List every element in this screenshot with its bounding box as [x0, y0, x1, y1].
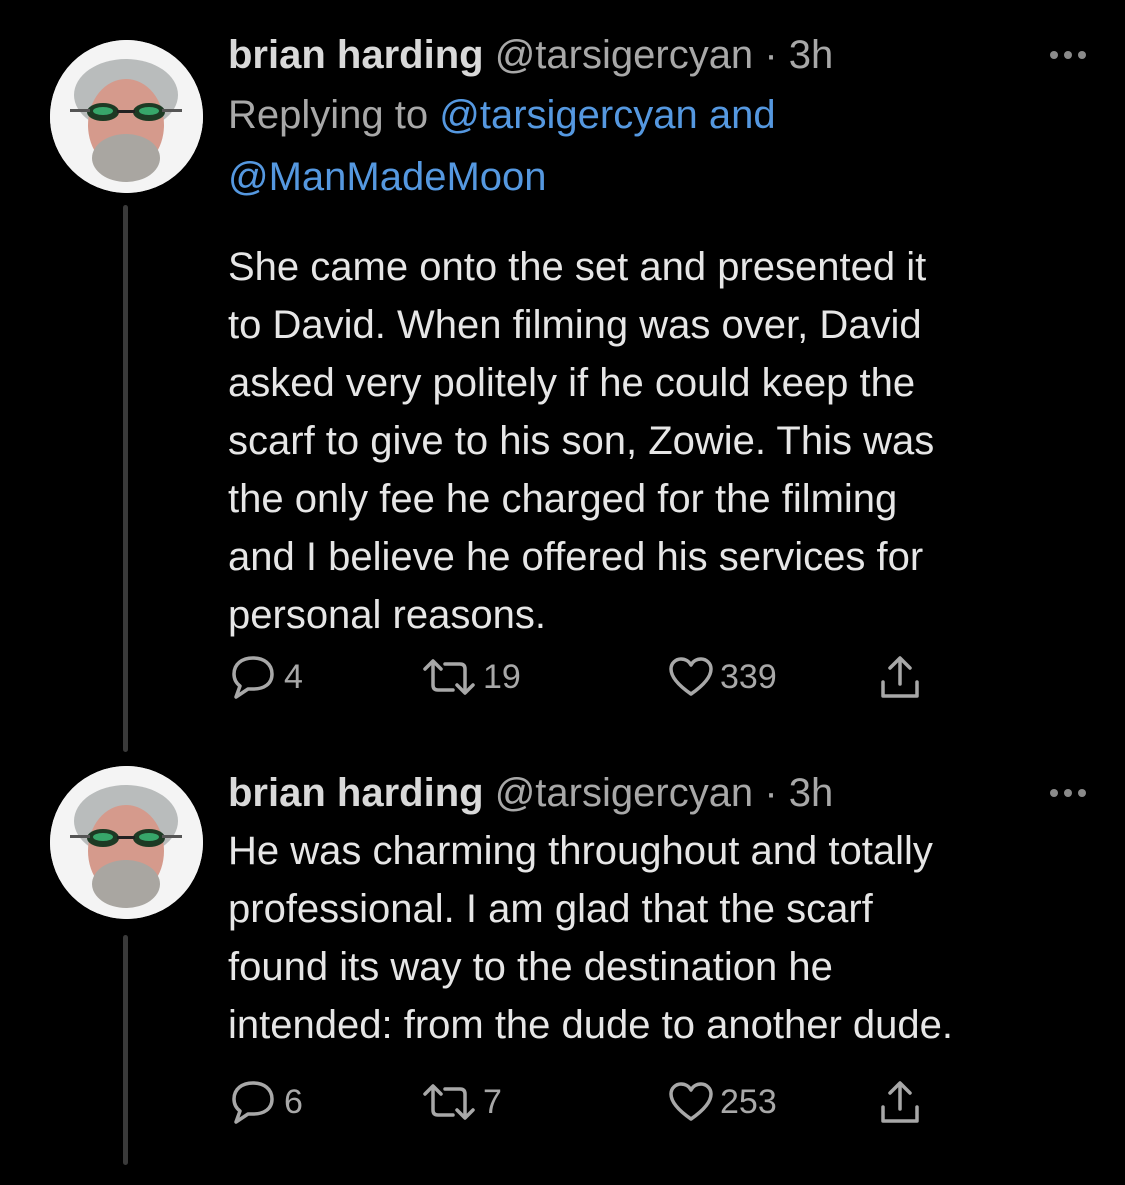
tweet-actions: 6 7 253	[228, 1077, 968, 1127]
author-name[interactable]: brian harding	[228, 33, 484, 77]
author-name[interactable]: brian harding	[228, 771, 484, 815]
share-icon	[881, 656, 919, 698]
retweet-count: 7	[483, 1082, 502, 1121]
replying-to-label: Replying to	[228, 93, 429, 137]
like-button[interactable]: 253	[668, 1077, 777, 1127]
avatar-photo	[50, 766, 203, 919]
heart-icon	[669, 1082, 713, 1121]
tweet-timestamp[interactable]: 3h	[789, 771, 834, 815]
tweet[interactable]: brian harding @tarsigercyan · 3h Replyin…	[0, 0, 1125, 752]
share-button[interactable]	[878, 1077, 922, 1127]
more-options-icon	[1050, 789, 1086, 797]
like-count: 339	[720, 657, 777, 696]
reply-count: 6	[284, 1082, 303, 1121]
more-options-icon	[1050, 51, 1086, 59]
more-options-button[interactable]	[1038, 778, 1098, 808]
retweet-button[interactable]: 7	[421, 1077, 502, 1127]
share-icon	[881, 1081, 919, 1123]
retweet-icon	[423, 1084, 475, 1120]
author-handle[interactable]: @tarsigercyan	[495, 33, 753, 77]
retweet-icon	[423, 659, 475, 695]
share-button[interactable]	[878, 652, 922, 702]
reply-button[interactable]: 6	[228, 1077, 303, 1127]
tweet-header: brian harding @tarsigercyan · 3h	[228, 764, 1088, 822]
header-separator: ·	[764, 33, 778, 77]
tweet-content: brian harding @tarsigercyan · 3h Replyin…	[228, 26, 1088, 644]
retweet-count: 19	[483, 657, 521, 696]
reply-button[interactable]: 4	[228, 652, 303, 702]
tweet-header: brian harding @tarsigercyan · 3h	[228, 26, 1088, 84]
tweet-text: She came onto the set and presented it t…	[228, 245, 935, 637]
avatar[interactable]	[50, 766, 203, 919]
reply-mention-link[interactable]: @tarsigercyan and	[439, 93, 775, 137]
avatar-photo	[50, 40, 203, 193]
avatar[interactable]	[50, 40, 203, 193]
tweet-timestamp[interactable]: 3h	[789, 33, 834, 77]
more-options-button[interactable]	[1038, 40, 1098, 70]
comment-bubble-icon	[232, 656, 274, 699]
replying-to: Replying to @tarsigercyan and @ManMadeMo…	[228, 84, 1088, 208]
like-button[interactable]: 339	[668, 652, 777, 702]
tweet[interactable]: brian harding @tarsigercyan · 3h He was …	[0, 752, 1125, 1185]
tweet-content: brian harding @tarsigercyan · 3h He was …	[228, 764, 1088, 1054]
reply-count: 4	[284, 657, 303, 696]
thread-connector-line	[123, 935, 128, 1165]
tweet-actions: 4 19 339	[228, 652, 968, 702]
heart-icon	[669, 657, 713, 696]
like-count: 253	[720, 1082, 777, 1121]
reply-mention-link[interactable]: @ManMadeMoon	[228, 155, 547, 199]
retweet-button[interactable]: 19	[421, 652, 521, 702]
comment-bubble-icon	[232, 1081, 274, 1124]
author-handle[interactable]: @tarsigercyan	[495, 771, 753, 815]
thread-connector-line	[123, 205, 128, 752]
tweet-text: He was charming throughout and totally p…	[228, 829, 953, 1047]
header-separator: ·	[764, 771, 778, 815]
